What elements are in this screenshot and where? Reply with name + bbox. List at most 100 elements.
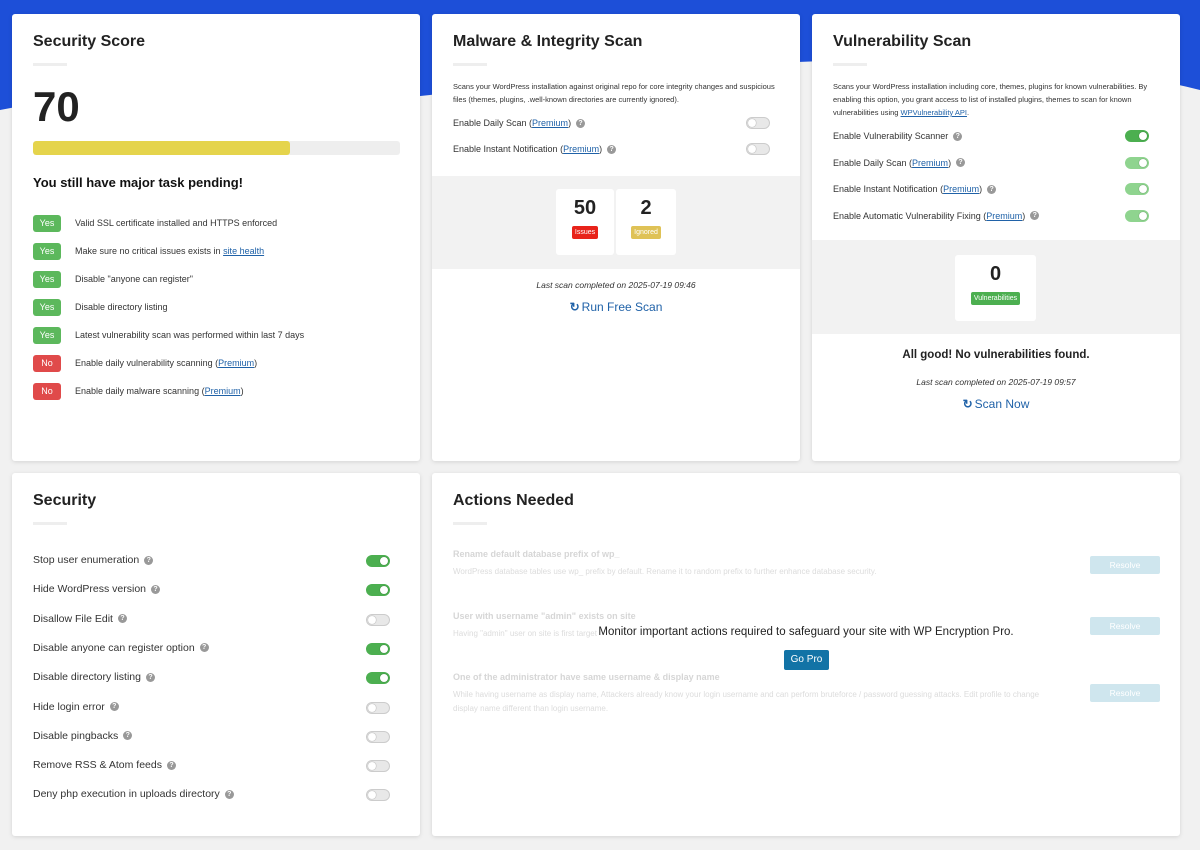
task-label: Enable daily malware scanning ( bbox=[75, 386, 205, 396]
status-badge: Yes bbox=[33, 298, 61, 316]
help-icon[interactable]: ? bbox=[1030, 211, 1040, 220]
security-option-row: Deny php execution in uploads directory? bbox=[33, 788, 234, 800]
premium-link[interactable]: Premium bbox=[532, 118, 568, 128]
status-badge: Yes bbox=[33, 270, 61, 288]
vuln-count: 0 bbox=[989, 263, 1002, 285]
toggle-knob bbox=[368, 732, 376, 741]
toggle-switch[interactable] bbox=[366, 730, 390, 743]
toggle-switch[interactable] bbox=[746, 117, 770, 129]
task-item: Yes Disable "anyone can register" bbox=[33, 265, 413, 293]
help-icon[interactable]: ? bbox=[224, 789, 234, 799]
security-option-row: Hide WordPress version? bbox=[33, 583, 161, 596]
vuln-description: Scans your WordPress installation includ… bbox=[833, 80, 1163, 119]
issues-stat: 50 Issues bbox=[556, 189, 614, 255]
help-icon[interactable]: ? bbox=[117, 614, 127, 624]
security-option-label: Disable pingbacks bbox=[33, 729, 119, 742]
toggle-switch[interactable] bbox=[1125, 130, 1149, 142]
task-text: Disable directory listing bbox=[75, 302, 168, 312]
ignored-count: 2 bbox=[640, 197, 652, 219]
security-option-label: Hide WordPress version bbox=[33, 583, 147, 596]
option-label: Enable Instant Notification ( bbox=[833, 184, 944, 194]
task-link[interactable]: Premium bbox=[218, 358, 254, 368]
task-text: Valid SSL certificate installed and HTTP… bbox=[75, 218, 277, 228]
help-icon[interactable]: ? bbox=[144, 555, 154, 565]
scan-now-button[interactable]: ↻ Scan Now bbox=[812, 397, 1180, 411]
toggle-knob bbox=[380, 557, 388, 565]
help-icon[interactable]: ? bbox=[953, 131, 963, 141]
task-item: No Enable daily vulnerability scanning (P… bbox=[33, 349, 413, 377]
option-row: Enable Vulnerability Scanner? bbox=[833, 131, 963, 141]
security-option-row: Disable directory listing? bbox=[33, 671, 155, 683]
toggle-knob bbox=[748, 119, 756, 127]
toggle-switch[interactable] bbox=[746, 143, 770, 155]
help-icon[interactable]: ? bbox=[607, 144, 617, 154]
toggle-switch[interactable] bbox=[366, 789, 390, 802]
title-underline bbox=[33, 63, 67, 66]
action-description: While having username as display name, A… bbox=[453, 690, 1040, 713]
task-item: Yes Latest vulnerability scan was perform… bbox=[33, 321, 413, 349]
option-suffix: ) bbox=[599, 144, 603, 154]
task-label: Make sure no critical issues exists in bbox=[75, 246, 224, 256]
run-free-scan-button[interactable]: ↻ Run Free Scan bbox=[432, 300, 800, 314]
toggle-switch[interactable] bbox=[1125, 156, 1149, 169]
option-label: Enable Vulnerability Scanner bbox=[833, 131, 949, 141]
score-progress-bar bbox=[33, 141, 400, 155]
card-title: Security Score bbox=[33, 33, 146, 50]
security-option-label: Disallow File Edit bbox=[33, 612, 113, 625]
help-icon[interactable]: ? bbox=[145, 672, 155, 682]
toggle-switch[interactable] bbox=[366, 701, 390, 714]
resolve-button[interactable]: Resolve bbox=[1090, 684, 1160, 702]
card-title: Security bbox=[33, 492, 97, 509]
premium-link[interactable]: Premium bbox=[563, 144, 599, 154]
refresh-icon: ↻ bbox=[569, 300, 580, 314]
resolve-button[interactable]: Resolve bbox=[1090, 556, 1160, 574]
toggle-switch[interactable] bbox=[366, 613, 390, 626]
toggle-switch[interactable] bbox=[366, 672, 390, 685]
toggle-switch[interactable] bbox=[1125, 183, 1149, 195]
help-icon[interactable]: ? bbox=[956, 158, 966, 167]
security-option-label: Remove RSS & Atom feeds bbox=[33, 759, 162, 772]
malware-description: Scans your WordPress installation agains… bbox=[453, 82, 775, 104]
help-icon[interactable]: ? bbox=[109, 702, 119, 711]
task-link[interactable]: Premium bbox=[205, 386, 241, 396]
action-title: One of the administrator have same usern… bbox=[453, 672, 720, 682]
score-value: 70 bbox=[33, 83, 80, 130]
help-icon[interactable]: ? bbox=[576, 118, 586, 128]
toggle-switch[interactable] bbox=[366, 555, 390, 567]
help-icon[interactable]: ? bbox=[166, 760, 176, 770]
help-icon[interactable]: ? bbox=[123, 731, 133, 741]
title-underline bbox=[453, 63, 487, 66]
security-option-row: Remove RSS & Atom feeds? bbox=[33, 759, 176, 771]
option-suffix: ) bbox=[979, 184, 983, 194]
premium-link[interactable]: Premium bbox=[943, 184, 979, 194]
toggle-knob bbox=[1139, 158, 1147, 167]
premium-link[interactable]: Premium bbox=[912, 158, 948, 168]
option-suffix: ) bbox=[948, 157, 952, 168]
security-option-label: Disable directory listing bbox=[33, 671, 141, 684]
toggle-switch[interactable] bbox=[366, 760, 390, 773]
help-icon[interactable]: ? bbox=[151, 584, 161, 594]
help-icon[interactable]: ? bbox=[199, 643, 209, 653]
toggle-knob bbox=[380, 644, 388, 653]
refresh-icon: ↻ bbox=[962, 397, 973, 411]
toggle-switch[interactable] bbox=[366, 584, 390, 597]
go-pro-button[interactable]: Go Pro bbox=[784, 650, 829, 670]
toggle-knob bbox=[368, 703, 376, 712]
task-item: Yes Make sure no critical issues exists i… bbox=[33, 237, 413, 265]
option-row: Enable Automatic Vulnerability Fixing (P… bbox=[833, 211, 1040, 221]
desc-text: Scans your WordPress installation includ… bbox=[833, 82, 1148, 117]
security-option-row: Disallow File Edit? bbox=[33, 613, 127, 625]
help-icon[interactable]: ? bbox=[987, 184, 997, 194]
option-row: Enable Instant Notification (Premium)? bbox=[833, 184, 997, 194]
task-link[interactable]: site health bbox=[223, 246, 264, 256]
premium-link[interactable]: Premium bbox=[986, 211, 1022, 221]
toggle-switch[interactable] bbox=[1125, 209, 1149, 222]
wpvulnerability-api-link[interactable]: WPVulnerability API bbox=[901, 108, 967, 117]
toggle-switch[interactable] bbox=[366, 642, 390, 655]
score-message: You still have major task pending! bbox=[33, 175, 243, 190]
title-underline bbox=[453, 522, 487, 525]
toggle-knob bbox=[1139, 132, 1147, 140]
task-label: Latest vulnerability scan was performed … bbox=[75, 330, 305, 340]
task-text: Disable "anyone can register" bbox=[75, 274, 193, 284]
malware-scan-card: Malware & Integrity Scan Scans your Word… bbox=[432, 14, 800, 461]
